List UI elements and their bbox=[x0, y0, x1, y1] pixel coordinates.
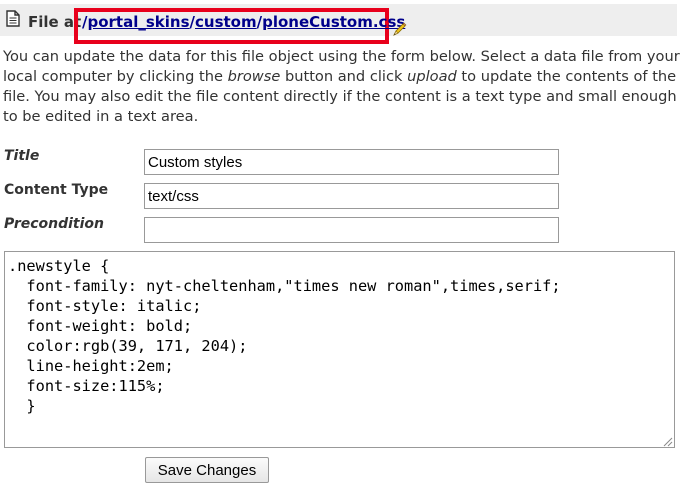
content-type-label: Content Type bbox=[4, 182, 109, 198]
intro-browse-word: browse bbox=[227, 68, 281, 85]
intro-upload-word: upload bbox=[407, 68, 457, 85]
intro-text: You can update the data for this file ob… bbox=[3, 47, 681, 127]
file-icon bbox=[6, 10, 20, 27]
precondition-input[interactable] bbox=[144, 217, 559, 243]
breadcrumb-item-file[interactable]: ploneCustom.css bbox=[262, 13, 405, 31]
content-type-input[interactable] bbox=[144, 183, 559, 209]
breadcrumb-item-custom[interactable]: custom bbox=[195, 13, 257, 31]
resize-grip-icon[interactable] bbox=[662, 436, 673, 447]
file-content-textarea[interactable]: .newstyle { font-family: nyt-cheltenham,… bbox=[4, 251, 675, 448]
pencil-icon[interactable] bbox=[391, 22, 407, 38]
title-input[interactable] bbox=[144, 149, 559, 175]
breadcrumb-item-portal-skins[interactable]: portal_skins bbox=[87, 13, 189, 31]
precondition-label: Precondition bbox=[4, 216, 105, 232]
breadcrumb: /portal_skins/custom/ploneCustom.css bbox=[82, 13, 405, 31]
title-bar: File at /portal_skins/custom/ploneCustom… bbox=[0, 4, 677, 44]
save-changes-button[interactable]: Save Changes bbox=[145, 457, 269, 483]
intro-part-2: button and click bbox=[280, 68, 408, 85]
title-label: Title bbox=[4, 148, 40, 164]
